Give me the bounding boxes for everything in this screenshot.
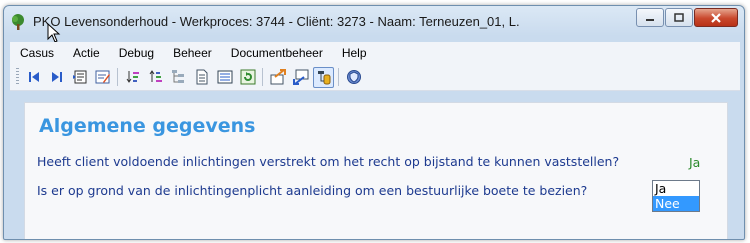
maximize-icon <box>674 13 684 22</box>
receive-button[interactable] <box>290 67 311 88</box>
list-button[interactable] <box>214 67 235 88</box>
sort-ascending-button[interactable] <box>122 67 143 88</box>
menu-beheer[interactable]: Beheer <box>163 46 221 60</box>
last-record-button[interactable] <box>46 67 67 88</box>
content-panel: Algemene gegevens Heeft client voldoende… <box>24 102 728 239</box>
sort-descending-icon <box>149 70 162 82</box>
send-button[interactable] <box>267 67 288 88</box>
minimize-button[interactable] <box>636 8 664 27</box>
application-window: PKO Levensonderhoud - Werkproces: 3744 -… <box>3 5 745 240</box>
comment-button[interactable] <box>69 67 90 88</box>
section-heading: Algemene gegevens <box>39 115 256 137</box>
last-record-icon <box>51 72 62 82</box>
shield-button[interactable] <box>343 67 364 88</box>
toolbar <box>10 64 740 91</box>
title-bar[interactable]: PKO Levensonderhoud - Werkproces: 3744 -… <box>4 6 744 43</box>
menu-casus[interactable]: Casus <box>10 46 63 60</box>
boete-listbox[interactable]: Ja Nee <box>652 180 700 212</box>
toolbar-grip[interactable] <box>16 68 19 86</box>
toolbar-separator <box>338 68 339 86</box>
refresh-icon <box>240 69 255 85</box>
toolbar-separator <box>262 68 263 86</box>
window-title: PKO Levensonderhoud - Werkproces: 3744 -… <box>33 14 520 29</box>
menu-debug[interactable]: Debug <box>109 46 163 60</box>
mouse-cursor-icon <box>47 23 61 43</box>
refresh-button[interactable] <box>237 67 258 88</box>
receive-icon <box>292 69 308 85</box>
send-icon <box>270 69 286 85</box>
menu-bar: Casus Actie Debug Beheer Documentbeheer … <box>10 42 740 64</box>
listbox-option-nee[interactable]: Nee <box>653 196 699 211</box>
toolbar-separator <box>117 68 118 86</box>
menu-documentbeheer[interactable]: Documentbeheer <box>221 46 332 60</box>
document-button[interactable] <box>191 67 212 88</box>
minimize-icon <box>646 18 654 21</box>
answer-value: Ja <box>689 155 701 170</box>
close-button[interactable] <box>694 8 738 27</box>
menu-actie[interactable]: Actie <box>63 46 109 60</box>
menu-help[interactable]: Help <box>332 46 376 60</box>
document-icon <box>196 69 207 85</box>
comment-icon <box>72 70 86 84</box>
sort-ascending-icon <box>126 71 139 83</box>
edit-form-icon <box>95 70 110 84</box>
database-icon <box>317 71 330 85</box>
close-icon <box>711 12 721 23</box>
shield-icon <box>346 70 361 84</box>
question-inlichtingen: Heeft client voldoende inlichtingen vers… <box>37 154 620 169</box>
first-record-icon <box>28 72 39 82</box>
edit-form-button[interactable] <box>92 67 113 88</box>
question-boete: Is er op grond van de inlichtingenplicht… <box>37 183 588 198</box>
first-record-button[interactable] <box>23 67 44 88</box>
tree-view-icon <box>171 70 184 83</box>
sort-descending-button[interactable] <box>145 67 166 88</box>
database-button[interactable] <box>313 66 334 88</box>
window-controls <box>635 8 738 27</box>
list-icon <box>217 70 232 84</box>
listbox-option-ja[interactable]: Ja <box>653 181 699 196</box>
maximize-button[interactable] <box>665 8 693 27</box>
tree-view-button[interactable] <box>168 67 189 88</box>
tree-icon <box>12 14 24 30</box>
